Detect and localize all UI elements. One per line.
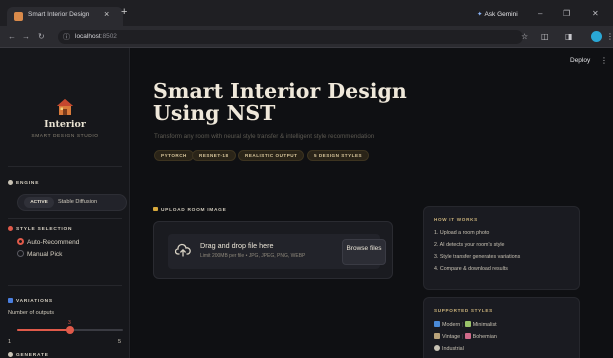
outputs-slider-min: 1 [8,339,12,345]
generate-heading: GENERATE [8,352,49,358]
address-bar[interactable]: ⓘ localhost:8502 [58,30,523,44]
ask-gemini-label: Ask Gemini [484,11,518,18]
outputs-slider-thumb[interactable] [66,326,74,334]
url-text: localhost:8502 [75,33,117,40]
engine-status: ACTIVE Stable Diffusion [17,194,127,211]
variations-icon [8,298,13,303]
browser-tab[interactable]: Smart Interior Design × [7,7,123,26]
dropzone-limit: Limit 200MB per file • JPG, JPEG, PNG, W… [200,253,306,259]
engine-heading-label: ENGINE [16,181,40,186]
app-favicon-icon [14,12,23,21]
step-item: 2. AI detects your room's style [434,242,505,248]
forward-button[interactable]: → [22,32,30,41]
close-window-button[interactable]: ✕ [592,9,599,18]
browser-tabbar: Smart Interior Design × + ✦ Ask Gemini – … [0,0,613,26]
generate-dot-icon [8,352,13,357]
restore-button[interactable]: ❐ [563,9,570,18]
bohemian-icon [464,333,471,339]
url-port: :8502 [100,33,117,40]
variations-heading: VARIATIONS [8,298,53,304]
industrial-icon [434,345,440,351]
style-dot-icon [8,226,13,231]
tag-resnet: RESNET-18 [192,150,236,161]
outputs-slider[interactable] [17,326,123,334]
style-selection-heading: STYLE SELECTION [8,226,72,232]
deploy-button[interactable]: Deploy [570,57,590,64]
new-tab-button[interactable]: + [121,6,127,18]
ask-gemini-button[interactable]: ✦ Ask Gemini [477,10,518,18]
site-info-icon[interactable]: ⓘ [63,32,70,42]
style-row: Vintage | Bohemian [434,333,497,340]
browse-files-button[interactable]: Browse files [342,239,386,265]
page-subtitle: Transform any room with neural style tra… [154,133,375,140]
step-item: 4. Compare & download results [434,266,508,272]
how-it-works-heading: HOW IT WORKS [434,217,478,222]
how-it-works-card: HOW IT WORKS 1. Upload a room photo 2. A… [423,206,580,290]
engine-name: Stable Diffusion [58,199,98,205]
radio-selected-icon [17,238,24,245]
engine-heading: ENGINE [8,180,39,186]
vintage-icon [434,333,440,339]
browser-toolbar: ← → ↻ ⓘ localhost:8502 ☆ ◫ ◨ ⋮ [0,26,613,48]
side-panel-icon[interactable]: ◨ [565,32,573,41]
browser-menu-icon[interactable]: ⋮ [606,32,613,41]
folder-icon [153,207,158,211]
minimalist-icon [464,321,471,327]
app-menu-icon[interactable]: ⋮ [600,56,608,65]
sidebar-divider [8,285,122,286]
gemini-icon: ✦ [477,11,483,18]
tag-pytorch: PYTORCH [154,150,194,161]
tag-design-styles: 5 DESIGN STYLES [307,150,370,161]
variations-heading-label: VARIATIONS [16,299,53,304]
dropzone-inner[interactable]: Drag and drop file here Limit 200MB per … [168,234,386,269]
sidebar-divider [8,218,122,219]
tab-close-icon[interactable]: × [104,9,109,19]
profile-avatar[interactable] [591,31,602,42]
style-row: Industrial [434,345,464,352]
style-industrial: Industrial [442,346,464,352]
style-selection-label: STYLE SELECTION [16,227,73,232]
brand-subtitle: SMART DESIGN STUDIO [31,134,99,139]
brand-title: Interior [44,119,86,130]
extensions-icon[interactable]: ◫ [541,32,549,41]
style-separator: | [461,322,464,328]
radio-unselected-icon [17,250,24,257]
dropzone-title: Drag and drop file here [200,241,274,250]
minimize-button[interactable]: – [538,9,542,18]
radio-manual-label: Manual Pick [27,251,63,258]
file-dropzone[interactable]: Drag and drop file here Limit 200MB per … [153,221,393,279]
tag-realistic-output: REALISTIC OUTPUT [238,150,305,161]
tab-title: Smart Interior Design [28,11,90,18]
style-minimalist: Minimalist [472,322,497,328]
supported-styles-card: SUPPORTED STYLES Modern | Minimalist Vin… [423,297,580,358]
upload-heading-label: UPLOAD ROOM IMAGE [161,208,227,213]
radio-manual-pick[interactable]: Manual Pick [17,250,62,258]
url-host: localhost [75,33,101,40]
supported-styles-heading: SUPPORTED STYLES [434,308,493,313]
outputs-slider-fill [17,329,70,331]
radio-auto-label: Auto-Recommend [27,239,80,246]
style-separator: | [461,334,464,340]
cloud-upload-icon [175,243,191,257]
page-title: Smart Interior Design Using NST [153,79,407,125]
bookmark-star-icon[interactable]: ☆ [521,32,528,41]
engine-dot-icon [8,180,13,185]
sidebar-divider [8,166,122,167]
reload-button[interactable]: ↻ [38,32,45,41]
style-vintage: Vintage [442,334,461,340]
modern-icon [434,321,440,327]
outputs-label: Number of outputs [8,310,55,316]
generate-heading-label: GENERATE [16,353,49,358]
engine-active-badge: ACTIVE [24,197,54,208]
upload-heading: UPLOAD ROOM IMAGE [153,207,226,213]
style-modern: Modern [442,322,461,328]
house-logo-icon [57,99,73,115]
radio-auto-recommend[interactable]: Auto-Recommend [17,238,79,246]
step-item: 1. Upload a room photo [434,230,490,236]
outputs-slider-max: 5 [118,339,122,345]
style-row: Modern | Minimalist [434,321,497,328]
back-button[interactable]: ← [8,32,16,41]
step-item: 3. Style transfer generates variations [434,254,521,260]
style-bohemian: Bohemian [472,334,497,340]
